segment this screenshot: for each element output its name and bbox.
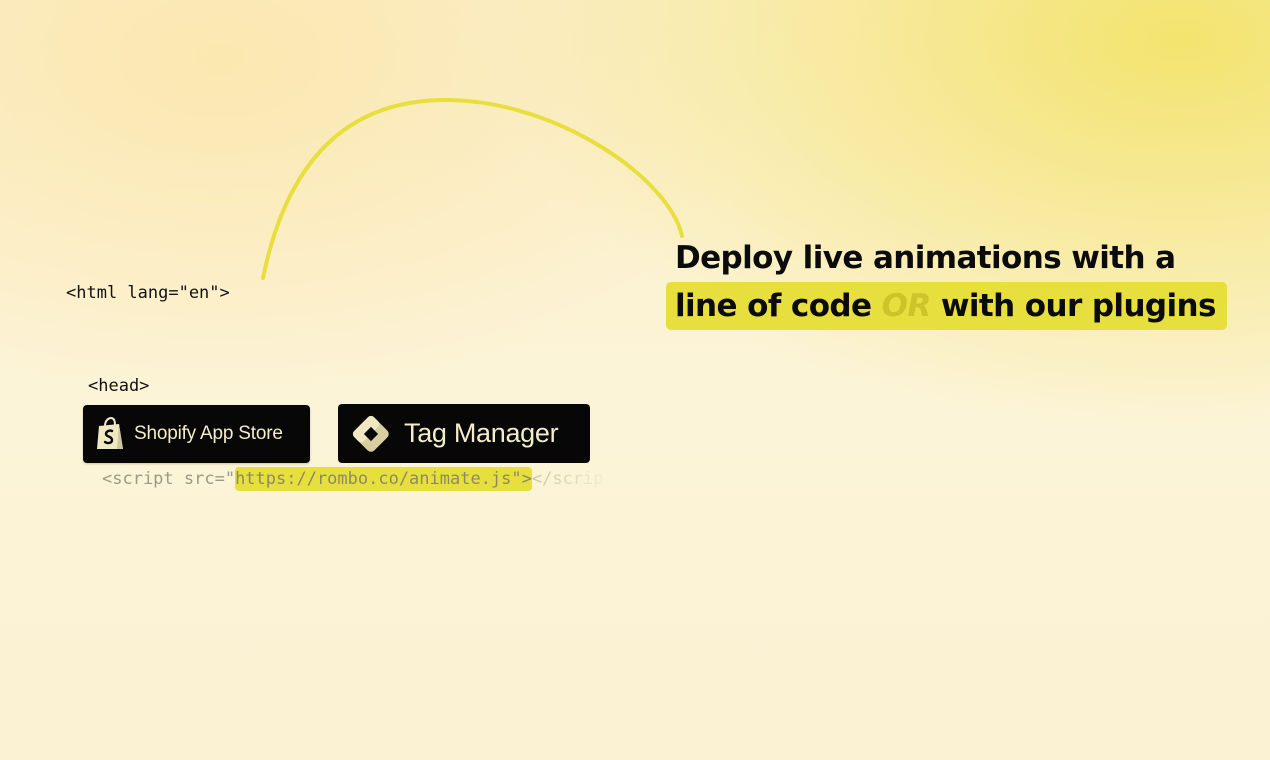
shopify-app-store-button[interactable]: Shopify App Store	[83, 405, 310, 463]
headline-line-1: Deploy live animations with a	[675, 240, 1176, 276]
headline-line-2: line of code OR with our plugins	[666, 282, 1227, 330]
tag-manager-button[interactable]: Tag Manager	[338, 404, 590, 463]
code-line-script: <script src="https://rombo.co/animate.js…	[66, 464, 604, 495]
shopify-bag-icon	[95, 417, 125, 451]
code-script-url: https://rombo.co/animate.js">	[235, 467, 532, 491]
headline: Deploy live animations with a line of co…	[666, 234, 1227, 330]
code-script-prefix: <script src="	[102, 469, 236, 489]
shopify-app-store-label: Shopify App Store	[134, 423, 283, 444]
headline-or: OR	[881, 288, 932, 324]
code-line-head: <head>	[88, 376, 150, 396]
headline-line-2-end: with our plugins	[930, 288, 1217, 324]
code-script-suffix: </scrip	[531, 469, 604, 489]
tag-manager-diamond-icon	[350, 413, 392, 455]
headline-line-2-start: line of code	[675, 288, 882, 324]
code-snippet: <html lang="en"> <head> <script src="htt…	[66, 216, 604, 526]
code-line-html: <html lang="en">	[66, 283, 230, 303]
tag-manager-label: Tag Manager	[404, 418, 559, 448]
